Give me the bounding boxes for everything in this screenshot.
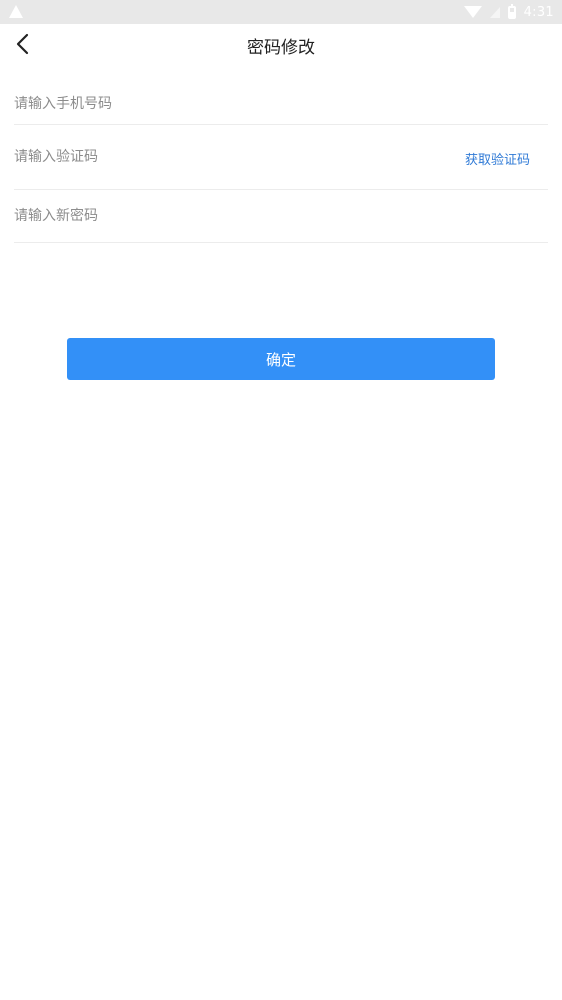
code-input[interactable] [14,125,434,189]
new-password-field [14,190,548,243]
page-title: 密码修改 [247,38,315,58]
battery-icon [507,3,516,19]
get-code-button[interactable]: 获取验证码 [465,149,530,168]
wifi-icon [463,6,482,18]
new-password-input[interactable] [14,190,534,242]
signal-icon [489,6,500,18]
status-icons: 4:31 [463,3,554,21]
status-time: 4:31 [523,4,554,20]
code-field: 获取验证码 [14,125,548,190]
status-bar: 4:31 [0,0,562,24]
phone-input[interactable] [14,84,534,124]
phone-field [14,84,548,125]
warning-icon [9,5,23,18]
nav-bar: 密码修改 [0,24,562,64]
confirm-button[interactable]: 确定 [67,338,495,380]
